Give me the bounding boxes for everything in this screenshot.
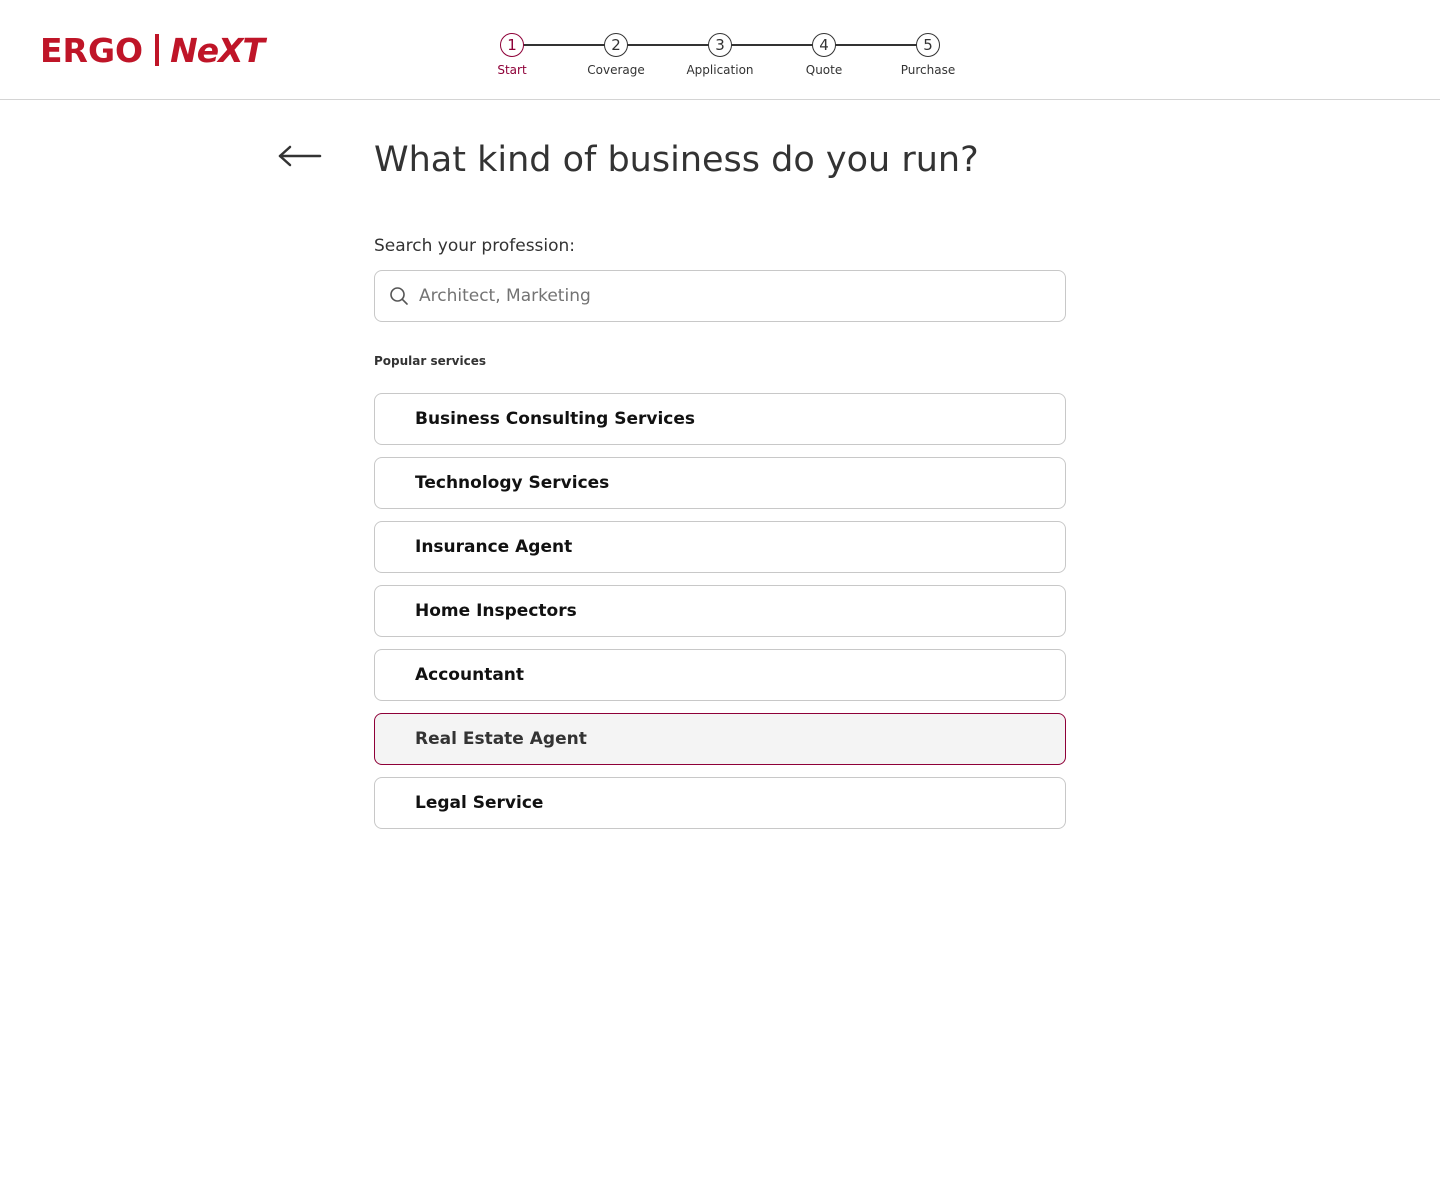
search-icon: [390, 287, 408, 305]
profession-search-input[interactable]: [419, 271, 1065, 321]
step-number: 3: [708, 33, 732, 57]
service-option-business-consulting[interactable]: Business Consulting Services: [374, 393, 1066, 445]
logo-ergo-text: ERGO: [40, 30, 144, 70]
service-option-insurance-agent[interactable]: Insurance Agent: [374, 521, 1066, 573]
step-label: Coverage: [587, 63, 645, 77]
step-label: Application: [686, 63, 754, 77]
step-number: 1: [500, 33, 524, 57]
service-option-technology[interactable]: Technology Services: [374, 457, 1066, 509]
back-button[interactable]: [276, 140, 324, 172]
progress-stepper: 1 Start 2 Coverage 3 Application 4 Quote…: [460, 33, 980, 83]
service-option-accountant[interactable]: Accountant: [374, 649, 1066, 701]
step-number: 5: [916, 33, 940, 57]
popular-services-heading: Popular services: [374, 354, 487, 368]
search-label: Search your profession:: [374, 236, 576, 256]
step-number: 2: [604, 33, 628, 57]
step-label: Purchase: [900, 63, 956, 77]
logo-next-text: NeXT: [170, 30, 265, 70]
step-coverage: 2 Coverage: [564, 33, 668, 77]
popular-services-list: Business Consulting Services Technology …: [374, 393, 1066, 841]
service-option-legal-service[interactable]: Legal Service: [374, 777, 1066, 829]
arrow-left-icon: [278, 145, 322, 167]
page-title: What kind of business do you run?: [374, 140, 979, 180]
step-start: 1 Start: [460, 33, 564, 77]
logo-divider: [155, 34, 160, 66]
search-box[interactable]: [374, 270, 1066, 322]
service-option-home-inspectors[interactable]: Home Inspectors: [374, 585, 1066, 637]
step-label: Quote: [805, 63, 843, 77]
site-header: ERGO NeXT 1 Start 2 Coverage 3 Applicati…: [0, 0, 1440, 100]
step-purchase: 5 Purchase: [876, 33, 980, 77]
service-option-real-estate-agent[interactable]: Real Estate Agent: [374, 713, 1066, 765]
step-application: 3 Application: [668, 33, 772, 77]
step-quote: 4 Quote: [772, 33, 876, 77]
step-label: Start: [497, 63, 527, 77]
ergo-next-logo[interactable]: ERGO NeXT: [40, 30, 265, 70]
step-number: 4: [812, 33, 836, 57]
